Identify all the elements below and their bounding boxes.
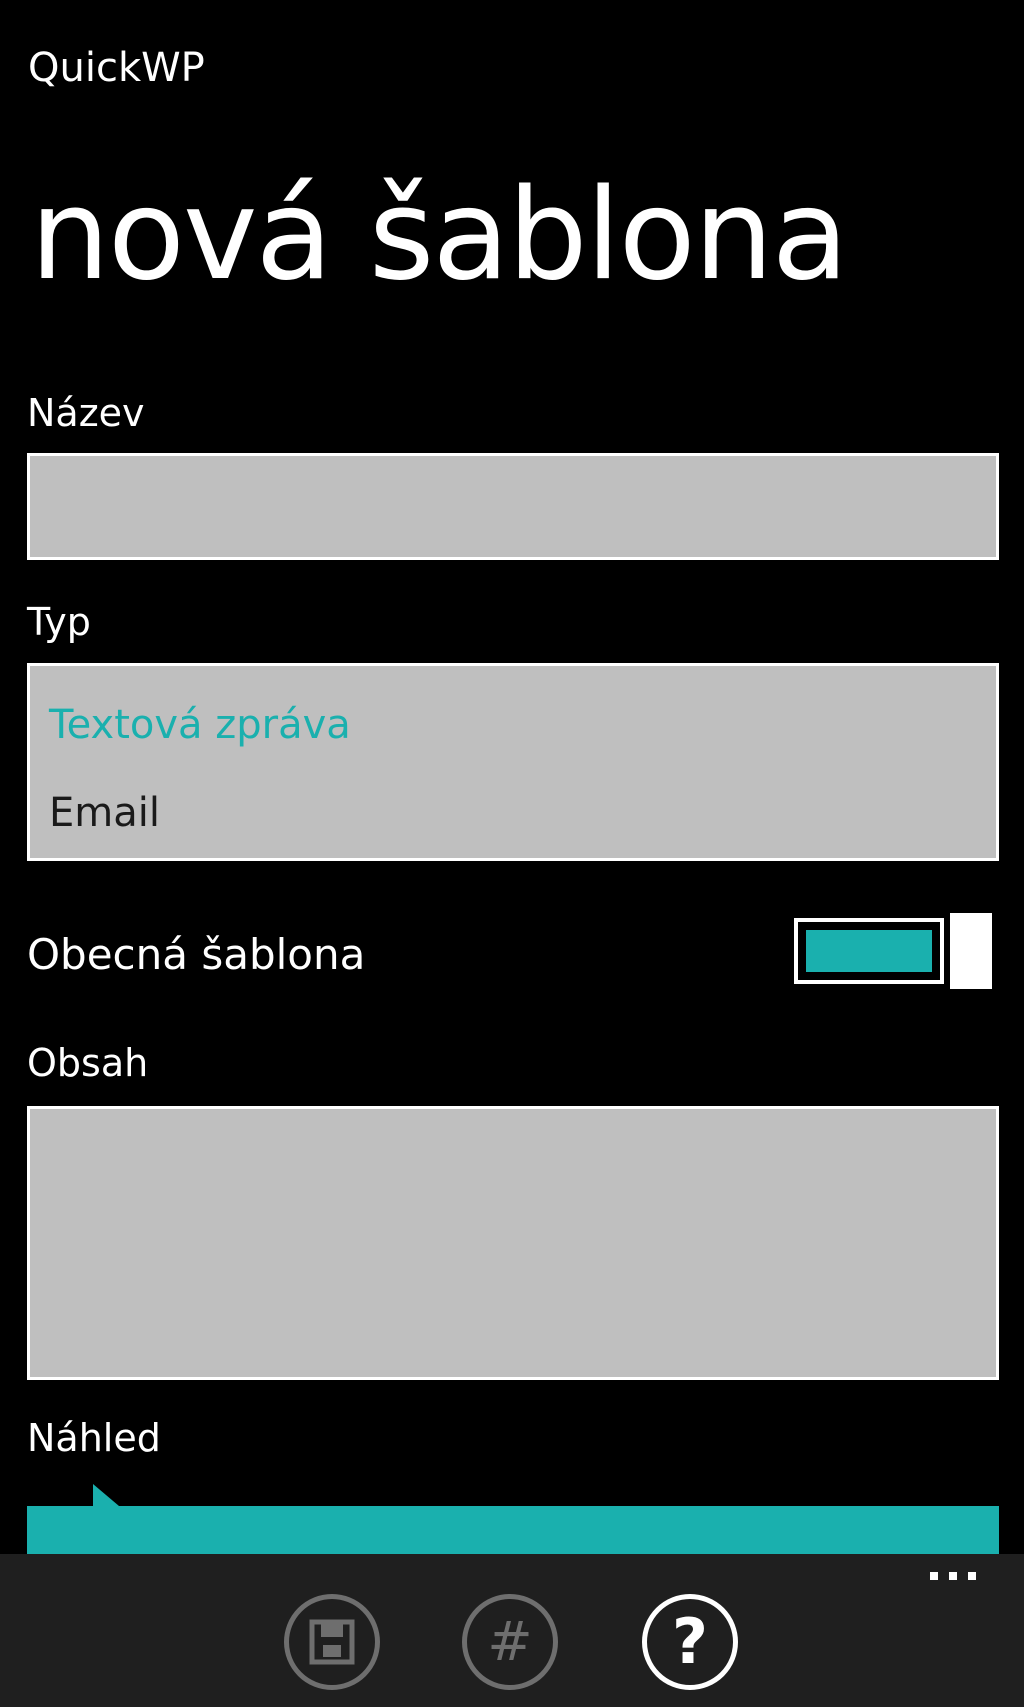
general-template-label: Obecná šablona <box>27 930 366 979</box>
name-input[interactable] <box>27 453 999 560</box>
help-button[interactable]: ? <box>642 1594 738 1690</box>
content-label: Obsah <box>27 1041 149 1085</box>
toggle-thumb[interactable] <box>950 913 992 989</box>
toggle-track <box>794 918 944 984</box>
preview-bubble-shape <box>27 1484 999 1554</box>
content-textarea[interactable] <box>27 1106 999 1380</box>
preview-bubble <box>27 1484 999 1554</box>
more-options-button[interactable] <box>930 1572 976 1580</box>
general-template-toggle[interactable] <box>794 913 992 989</box>
save-button[interactable] <box>284 1594 380 1690</box>
preview-label: Náhled <box>27 1416 161 1460</box>
insert-tag-button[interactable]: # <box>462 1594 558 1690</box>
app-title: QuickWP <box>28 45 205 91</box>
hash-icon: # <box>487 1610 533 1673</box>
type-option-sms[interactable]: Textová zpráva <box>49 698 351 752</box>
type-option-email[interactable]: Email <box>49 786 160 840</box>
save-icon <box>309 1619 355 1665</box>
name-label: Název <box>27 391 145 435</box>
ellipsis-dot <box>968 1572 976 1580</box>
app-bar: # ? <box>0 1554 1024 1707</box>
page-title: nová šablona <box>30 161 849 308</box>
type-picker[interactable]: Textová zpráva Email <box>27 663 999 861</box>
help-icon: ? <box>672 1605 708 1678</box>
toggle-fill <box>806 930 932 972</box>
ellipsis-dot <box>949 1572 957 1580</box>
type-label: Typ <box>27 600 91 644</box>
ellipsis-icon <box>930 1572 938 1580</box>
